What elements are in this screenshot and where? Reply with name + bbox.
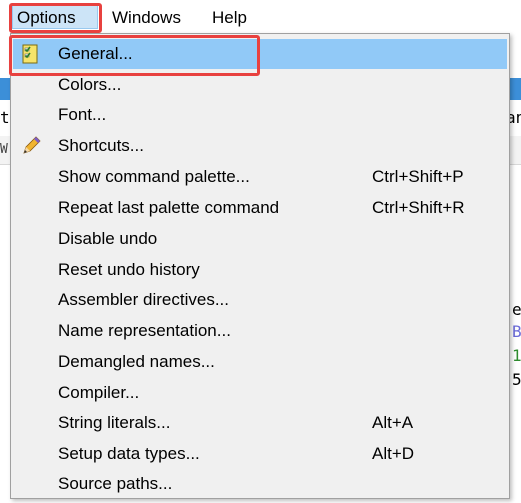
menu-item-name-representation[interactable]: Name representation... — [13, 316, 507, 346]
menu-item-assembler-directives[interactable]: Assembler directives... — [13, 285, 507, 315]
background-text-fragment: Be — [512, 322, 521, 341]
menu-item-repeat-last-palette-command[interactable]: Repeat last palette command Ctrl+Shift+R — [13, 193, 507, 223]
menu-item-label: Show command palette... — [58, 167, 250, 186]
background-text-fragment: 51 — [512, 370, 521, 389]
menu-item-label: Repeat last palette command — [58, 198, 280, 217]
background-text-fragment: t — [0, 108, 10, 127]
menu-windows[interactable]: Windows — [108, 6, 185, 30]
menu-item-label: Reset undo history — [58, 260, 200, 279]
menu-item-label: Compiler... — [58, 383, 140, 402]
menu-item-label: General... — [58, 44, 133, 63]
menu-item-shortcut: Alt+D — [372, 444, 415, 463]
menu-item-show-command-palette[interactable]: Show command palette... Ctrl+Shift+P — [13, 162, 507, 192]
menu-item-reset-undo-history[interactable]: Reset undo history — [13, 255, 507, 285]
menu-item-demangled-names[interactable]: Demangled names... — [13, 347, 507, 377]
menu-item-label: Font... — [58, 105, 107, 124]
menu-help[interactable]: Help — [208, 6, 251, 30]
menu-item-font[interactable]: Font... — [13, 100, 507, 130]
menu-item-label: Shortcuts... — [58, 136, 144, 155]
menu-item-string-literals[interactable]: String literals... Alt+A — [13, 408, 507, 438]
checklist-icon — [22, 44, 38, 64]
app-window: t W: an et Be 1 51 Options Windows Help … — [0, 0, 521, 503]
background-text-fragment: 1 — [512, 346, 521, 365]
menu-item-label: Setup data types... — [58, 444, 200, 463]
menu-item-shortcut: Ctrl+Shift+R — [372, 198, 465, 217]
menu-item-compiler[interactable]: Compiler... — [13, 378, 507, 408]
menu-item-label: Colors... — [58, 75, 122, 94]
menu-item-label: Disable undo — [58, 229, 158, 248]
menu-item-general[interactable]: General... — [13, 39, 507, 69]
menu-options[interactable]: Options — [12, 5, 98, 29]
menu-item-setup-data-types[interactable]: Setup data types... Alt+D — [13, 439, 507, 469]
menu-item-label: Source paths... — [58, 474, 173, 493]
options-dropdown-menu: General... Colors... Font... Shortcuts..… — [10, 33, 510, 499]
menu-item-shortcut: Alt+A — [372, 413, 414, 432]
menu-item-shortcut: Ctrl+Shift+P — [372, 167, 464, 186]
menu-item-label: Assembler directives... — [58, 290, 229, 309]
menu-item-label: String literals... — [58, 413, 171, 432]
menu-item-colors[interactable]: Colors... — [13, 70, 507, 100]
menu-item-source-paths[interactable]: Source paths... — [13, 469, 507, 499]
menu-item-label: Name representation... — [58, 321, 231, 340]
menu-item-label: Demangled names... — [58, 352, 215, 371]
menu-bar: Options Windows Help — [0, 0, 521, 32]
background-text-fragment: et — [512, 300, 521, 319]
pencil-icon — [23, 136, 41, 154]
menu-item-disable-undo[interactable]: Disable undo — [13, 224, 507, 254]
menu-item-shortcuts[interactable]: Shortcuts... — [13, 131, 507, 161]
